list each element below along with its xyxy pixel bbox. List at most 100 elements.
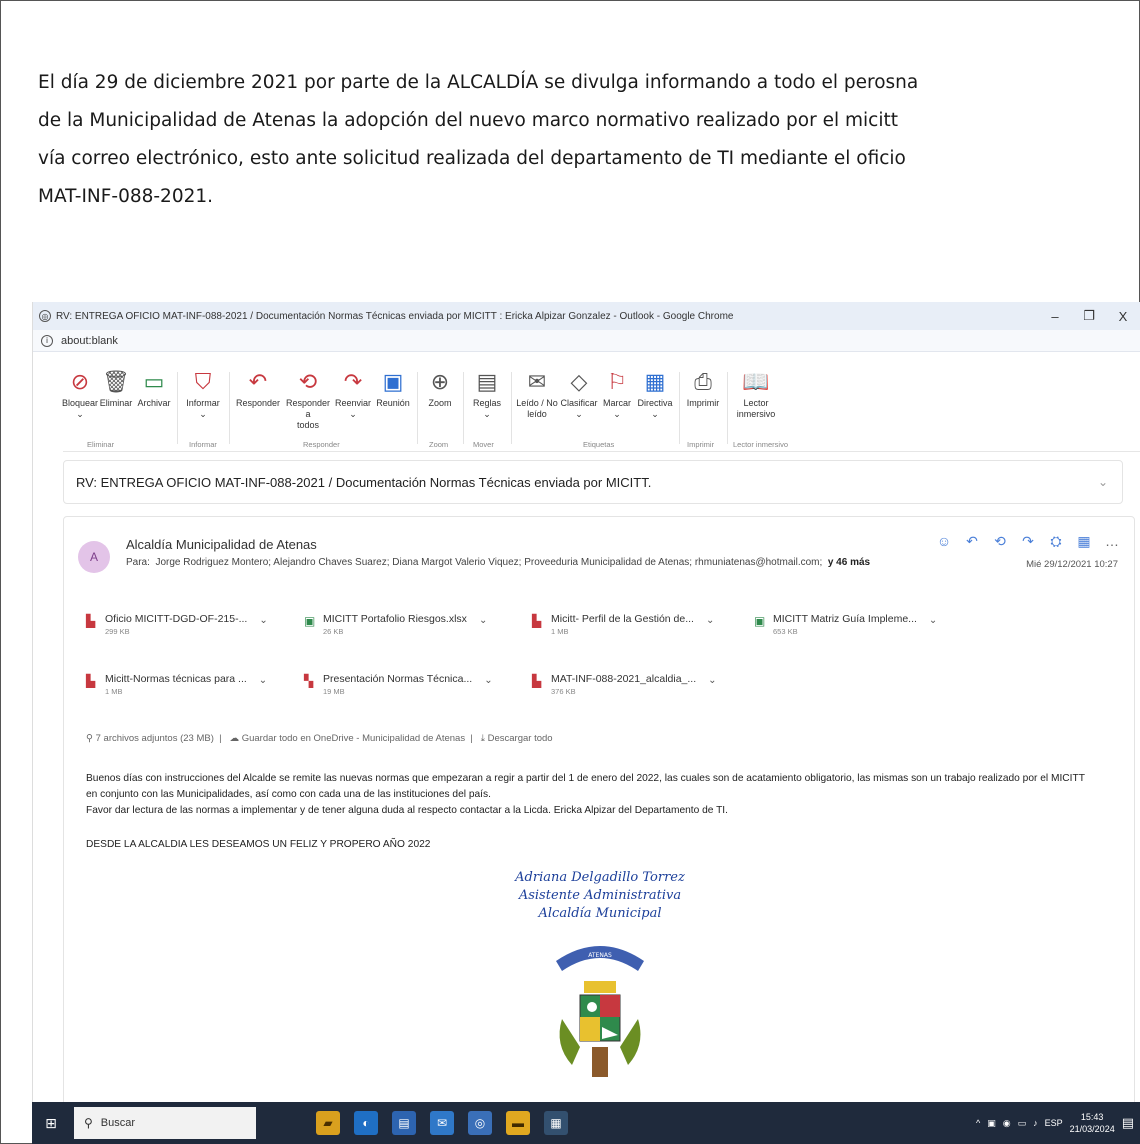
more-recipients[interactable]: y 46 más <box>828 557 870 568</box>
attachment[interactable]: ▣ MICITT Portafolio Riesgos.xlsx 26 KB ⌄ <box>304 613 487 645</box>
sender-name[interactable]: Alcaldía Municipalidad de Atenas <box>126 537 317 552</box>
message-body: Buenos días con instrucciones del Alcald… <box>86 771 1126 853</box>
immersive-reader-button[interactable]: 📖 Lector inmersivo <box>731 368 781 420</box>
group-label: Zoom <box>429 440 449 449</box>
report-button[interactable]: ⛉ Informar ⌄ <box>181 368 225 420</box>
chrome-app-icon[interactable]: ◎ <box>468 1111 492 1135</box>
chevron-down-icon[interactable]: ⌄ <box>479 613 487 629</box>
reply-icon[interactable]: ↶ <box>964 533 980 550</box>
chevron-down-icon[interactable]: ⌄ <box>259 613 267 629</box>
print-icon: ⎙ <box>694 369 712 394</box>
reply-all-button[interactable]: ⟲ Responder a todos <box>283 368 333 431</box>
language-indicator[interactable]: ESP <box>1045 1118 1063 1128</box>
excel-icon: ▣ <box>304 614 316 628</box>
close-button[interactable]: X <box>1106 309 1140 324</box>
volume-icon[interactable]: ♪ <box>1033 1118 1038 1128</box>
delete-button[interactable]: 🗑 Eliminar <box>97 368 135 409</box>
network-icon[interactable]: ▣ <box>987 1118 996 1129</box>
message-subject[interactable]: RV: ENTREGA OFICIO MAT-INF-088-2021 / Do… <box>63 460 1123 504</box>
emoji-icon[interactable]: ☺ <box>936 533 952 550</box>
chevron-down-icon[interactable]: ⌄ <box>929 613 937 629</box>
group-label: Imprimir <box>687 440 715 449</box>
recipient-list[interactable]: Jorge Rodriguez Montero; Alejandro Chave… <box>155 557 822 568</box>
group-label: Informar <box>189 440 217 449</box>
forward-icon[interactable]: ↷ <box>1020 533 1036 550</box>
mail-app-icon[interactable]: ✉ <box>430 1111 454 1135</box>
policy-icon: ▦ <box>644 369 666 394</box>
signature-name: Adriana Delgadillo Torrez <box>515 870 685 885</box>
body-line: Favor dar lectura de las normas a implem… <box>86 805 728 816</box>
rules-icon: ▤ <box>476 369 498 394</box>
zoom-button[interactable]: ⊕ Zoom <box>421 368 459 409</box>
mark-read-button[interactable]: ✉ Leído / No leído <box>515 368 559 420</box>
flag-icon: ⚐ <box>607 369 627 394</box>
clock[interactable]: 15:43 21/03/2024 <box>1070 1111 1115 1135</box>
chevron-up-icon[interactable]: ^ <box>976 1118 980 1128</box>
system-tray: ^ ▣ ◉ ▭ ♪ ESP 15:43 21/03/2024 ▤ <box>976 1102 1134 1144</box>
attachments-summary: ⚲ 7 archivos adjuntos (23 MB) | ☁ Guarda… <box>86 733 553 744</box>
windows-start-icon[interactable]: ⊞ <box>32 1102 70 1144</box>
intro-line: vía correo electrónico, esto ante solici… <box>38 148 906 169</box>
policy-button[interactable]: ▦ Directiva ⌄ <box>635 368 675 420</box>
meeting-button[interactable]: ▣ Reunión <box>373 368 413 409</box>
save-onedrive-link[interactable]: Guardar todo en OneDrive - Municipalidad… <box>242 733 465 744</box>
window-titlebar[interactable]: ◎ RV: ENTREGA OFICIO MAT-INF-088-2021 / … <box>33 302 1140 330</box>
attachment[interactable]: ▣ MICITT Matriz Guía Impleme... 653 KB ⌄ <box>754 613 937 645</box>
wifi-icon[interactable]: ◉ <box>1003 1118 1011 1129</box>
message-date: Mié 29/12/2021 10:27 <box>1026 559 1118 570</box>
intro-line: El día 29 de diciembre 2021 por parte de… <box>38 72 919 93</box>
more-icon[interactable]: … <box>1104 533 1120 550</box>
ribbon-separator <box>229 372 230 444</box>
subject-text: RV: ENTREGA OFICIO MAT-INF-088-2021 / Do… <box>76 474 652 490</box>
chevron-down-icon[interactable]: ⌄ <box>484 673 492 689</box>
forward-button[interactable]: ↷ Reenviar ⌄ <box>333 368 373 420</box>
minimize-button[interactable]: – <box>1038 309 1072 324</box>
calculator-app-icon[interactable]: ▦ <box>544 1111 568 1135</box>
chevron-down-icon[interactable]: ⌄ <box>708 673 716 689</box>
ribbon-separator <box>463 372 464 444</box>
pdf-icon: ▙ <box>86 674 96 688</box>
rules-button[interactable]: ▤ Reglas ⌄ <box>467 368 507 420</box>
attachment[interactable]: ▙ Oficio MICITT-DGD-OF-215-... 299 KB ⌄ <box>86 613 268 645</box>
body-closing: DESDE LA ALCALDIA LES DESEAMOS UN FELIZ … <box>86 839 431 850</box>
notification-icon[interactable]: ▤ <box>1122 1115 1134 1131</box>
categorize-button[interactable]: ◇ Clasificar ⌄ <box>559 368 599 420</box>
store-app-icon[interactable]: ▤ <box>392 1111 416 1135</box>
report-icon: ⛉ <box>194 369 212 394</box>
edge-app-icon[interactable]: ◐ <box>354 1111 378 1135</box>
forward-icon: ↷ <box>343 369 363 394</box>
group-label: Etiquetas <box>583 440 615 449</box>
address-bar[interactable]: i about:blank <box>33 330 1140 352</box>
pdf-icon: ▙ <box>532 614 542 628</box>
maximize-button[interactable]: ❐ <box>1072 308 1106 324</box>
info-icon[interactable]: i <box>41 334 53 347</box>
group-label: Lector inmersivo <box>733 440 789 449</box>
apps-icon[interactable]: ▦ <box>1076 533 1092 550</box>
attachment[interactable]: ▙ MAT-INF-088-2021_alcaldia_... 376 KB ⌄ <box>532 673 717 705</box>
attachment[interactable]: ▚ Presentación Normas Técnica... 19 MB ⌄ <box>304 673 493 705</box>
display-icon[interactable]: ▭ <box>1018 1118 1027 1129</box>
attachment[interactable]: ▙ Micitt- Perfil de la Gestión de... 1 MB… <box>532 613 714 645</box>
print-button[interactable]: ⎙ Imprimir <box>683 368 723 409</box>
folder-app-icon[interactable]: ▬ <box>506 1111 530 1135</box>
pdf-icon: ▙ <box>86 614 96 628</box>
download-all-link[interactable]: Descargar todo <box>488 733 553 744</box>
ribbon-separator <box>417 372 418 444</box>
reply-all-icon[interactable]: ⟲ <box>992 533 1008 550</box>
taskbar-search[interactable]: ⚲ Buscar <box>74 1107 256 1139</box>
briefcase-app-icon[interactable]: ▰ <box>316 1111 340 1135</box>
zoom-icon: ⊕ <box>430 369 450 394</box>
block-button[interactable]: ⊘ Bloquear ⌄ <box>62 368 98 420</box>
chevron-down-icon[interactable]: ⌄ <box>1098 475 1108 489</box>
policy-icon[interactable]: ⛭ <box>1048 533 1064 550</box>
attachment[interactable]: ▙ Micitt-Normas técnicas para ... 1 MB ⌄ <box>86 673 267 705</box>
chevron-down-icon[interactable]: ⌄ <box>259 673 267 689</box>
crest-banner: ATENAS <box>588 952 612 959</box>
reply-button[interactable]: ↶ Responder <box>233 368 283 409</box>
excel-icon: ▣ <box>754 614 766 628</box>
flag-button[interactable]: ⚐ Marcar ⌄ <box>599 368 635 420</box>
archive-button[interactable]: ▭ Archivar <box>135 368 173 409</box>
cloud-icon: ☁ <box>229 733 240 744</box>
chevron-down-icon[interactable]: ⌄ <box>706 613 714 629</box>
immersive-reader-icon: 📖 <box>742 369 770 394</box>
